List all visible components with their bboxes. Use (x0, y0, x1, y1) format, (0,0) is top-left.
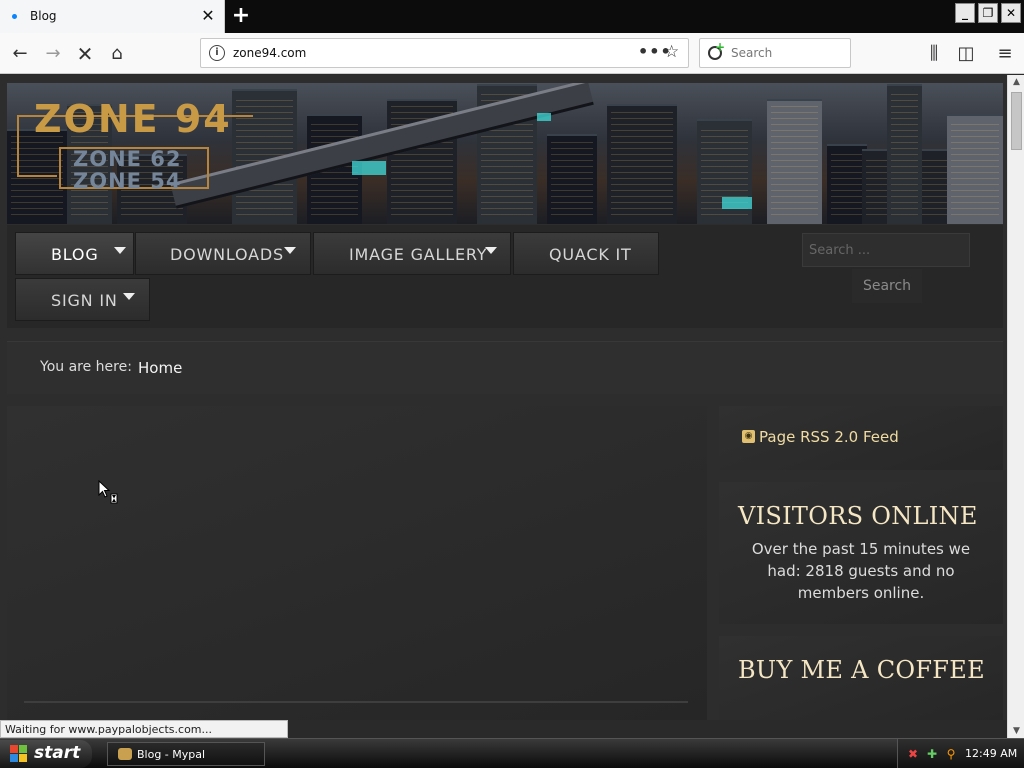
library-icon[interactable]: ⫼ (921, 41, 947, 67)
breadcrumb: You are here: Home (7, 341, 1003, 394)
menu-icon[interactable]: ≡ (992, 41, 1018, 67)
menu-item-blog[interactable]: BLOG (15, 232, 134, 275)
network-icon[interactable]: ✚ (925, 747, 939, 761)
visitors-online-widget: VISITORS ONLINE Over the past 15 minutes… (719, 482, 1003, 624)
start-label: start (34, 743, 81, 763)
close-window-button[interactable]: ✕ (1001, 3, 1021, 23)
browser-search-input[interactable]: Search (699, 38, 851, 68)
site-search-input[interactable]: Search ... (802, 233, 970, 267)
menu-label: DOWNLOADS (170, 245, 284, 264)
menu-label: SIGN IN (51, 291, 118, 310)
breadcrumb-prefix: You are here: (40, 359, 132, 375)
logo-main-text: ZONE 94 (34, 97, 232, 141)
scroll-down-icon[interactable]: ▼ (1011, 726, 1022, 736)
restore-button[interactable]: ❐ (978, 3, 998, 23)
taskbar-window-button[interactable]: Blog - Mypal (107, 742, 265, 766)
search-tray-icon[interactable]: ⚲ (944, 747, 958, 761)
back-icon[interactable]: ← (7, 41, 33, 67)
security-alert-icon[interactable]: ✖ (906, 747, 920, 761)
stop-icon[interactable]: ✕ (72, 41, 98, 67)
browser-tab[interactable]: Blog ✕ (0, 0, 225, 33)
main-content (7, 406, 707, 720)
forward-icon[interactable]: → (40, 41, 66, 67)
scroll-thumb[interactable] (1011, 92, 1022, 150)
buy-coffee-widget: BUY ME A COFFEE (719, 636, 1003, 720)
taskbar: start Blog - Mypal ✖ ✚ ⚲ 12:49 AM (0, 738, 1024, 768)
main-menu: BLOG DOWNLOADS IMAGE GALLERY QUACK IT SI… (7, 225, 1003, 328)
rss-widget: ◉ Page RSS 2.0 Feed (719, 406, 1003, 470)
browser-app-icon (118, 748, 132, 760)
menu-label: IMAGE GALLERY (349, 245, 488, 264)
coffee-title: BUY ME A COFFEE (738, 656, 985, 684)
caret-down-icon (485, 247, 497, 254)
clock: 12:49 AM (965, 747, 1018, 760)
caret-down-icon (284, 247, 296, 254)
minimize-button[interactable]: _ (955, 3, 975, 23)
menu-item-quack-it[interactable]: QUACK IT (513, 232, 659, 275)
caret-down-icon (114, 247, 126, 254)
menu-label: BLOG (51, 245, 99, 264)
status-bar: Waiting for www.paypalobjects.com... (0, 720, 288, 738)
page-viewport: ZONE 94 ZONE 62 ZONE 54 BLOG DOWNLOADS I… (0, 75, 1007, 720)
windows-logo-icon (10, 745, 28, 763)
menu-item-downloads[interactable]: DOWNLOADS (135, 232, 311, 275)
rss-icon: ◉ (742, 430, 755, 443)
url-bar[interactable]: i zone94.com ••• ☆ (200, 38, 689, 68)
logo-sub-text-1: ZONE 62 (73, 147, 182, 171)
tab-title: Blog (30, 9, 57, 23)
tab-strip: Blog ✕ + _ ❐ ✕ (0, 0, 1024, 33)
start-button[interactable]: start (0, 740, 92, 768)
menu-label: QUACK IT (549, 245, 632, 264)
loading-dot-icon (12, 14, 17, 19)
bookmark-star-icon[interactable]: ☆ (664, 42, 679, 62)
visitors-text: Over the past 15 minutes we had: 2818 gu… (751, 540, 971, 602)
system-tray: ✖ ✚ ⚲ 12:49 AM (897, 739, 1024, 768)
vertical-scrollbar[interactable]: ▲ ▼ (1007, 75, 1024, 738)
sidebar-icon[interactable]: ◫ (953, 41, 979, 67)
url-text[interactable]: zone94.com (233, 46, 306, 60)
rss-feed-link[interactable]: Page RSS 2.0 Feed (759, 428, 899, 446)
breadcrumb-home-link[interactable]: Home (138, 359, 182, 377)
logo-sub-text-2: ZONE 54 (73, 169, 182, 193)
caret-down-icon (123, 293, 135, 300)
home-icon[interactable]: ⌂ (104, 41, 130, 67)
site-info-icon[interactable]: i (209, 45, 225, 61)
new-tab-button[interactable]: + (229, 4, 253, 28)
site-search-button[interactable]: Search (852, 269, 922, 303)
search-placeholder: Search (731, 46, 773, 60)
search-engine-icon[interactable] (708, 40, 725, 60)
visitors-title: VISITORS ONLINE (738, 502, 978, 530)
menu-item-image-gallery[interactable]: IMAGE GALLERY (313, 232, 511, 275)
taskbar-window-label: Blog - Mypal (137, 748, 206, 761)
busy-cursor-icon (98, 480, 118, 504)
menu-item-sign-in[interactable]: SIGN IN (15, 278, 150, 321)
header-banner: ZONE 94 ZONE 62 ZONE 54 (7, 83, 1003, 224)
navigation-toolbar: ← → ✕ ⌂ i zone94.com ••• ☆ Search ⫼ ◫ ≡ (0, 33, 1024, 74)
content-divider (24, 701, 688, 703)
close-tab-icon[interactable]: ✕ (199, 6, 217, 26)
scroll-up-icon[interactable]: ▲ (1011, 77, 1022, 87)
site-logo[interactable]: ZONE 94 ZONE 62 ZONE 54 (17, 97, 257, 207)
